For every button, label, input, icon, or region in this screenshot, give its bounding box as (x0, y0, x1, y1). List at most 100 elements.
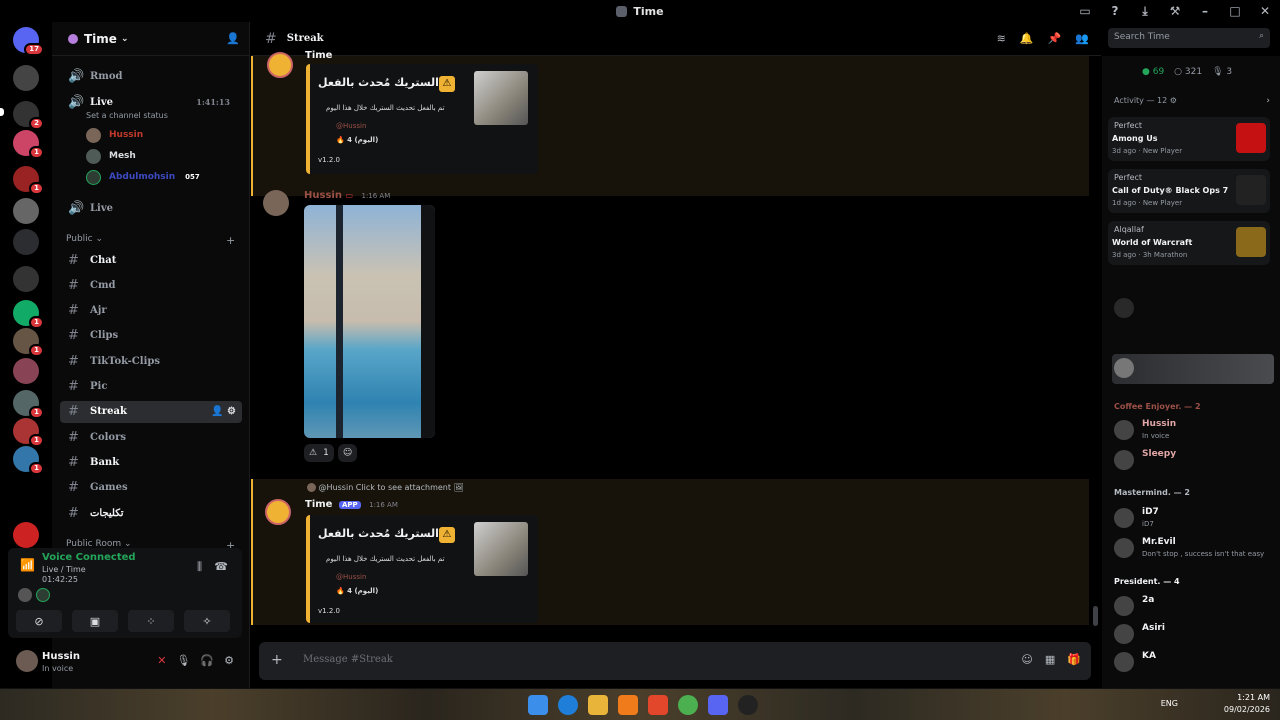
server-icon-server-11[interactable]: 1 (13, 390, 44, 419)
user-name[interactable]: Hussin (42, 651, 80, 662)
message-author[interactable]: Hussin ▭ 1:16 AM (304, 190, 390, 201)
camera-off-button[interactable]: ⊘ (16, 610, 62, 632)
server-icon-server-12[interactable]: 1 (13, 418, 44, 447)
activity-header[interactable]: Activity — 12 ⚙ (1114, 96, 1177, 105)
avatar[interactable] (263, 190, 289, 216)
message-highlighted-2[interactable]: @Hussin Click to see attachment 🖼 Time A… (251, 479, 1089, 625)
member-item[interactable]: Asiri (1112, 620, 1274, 650)
app-a-icon[interactable] (618, 695, 638, 715)
tools-icon[interactable]: ⚒ (1160, 4, 1190, 18)
message-composer[interactable]: + Message #Streak ☺ ▦ 🎁 (259, 642, 1091, 680)
channel-9[interactable]: # Games (60, 477, 242, 499)
members-icon[interactable]: 👥 (1075, 32, 1089, 45)
close-icon[interactable]: ✕ (1250, 4, 1280, 18)
system-clock[interactable]: 1:21 AM 09/02/2026 (1224, 692, 1270, 716)
voice-user-mesh[interactable]: Mesh (86, 147, 136, 165)
search-input[interactable]: Search Time ⌕ (1108, 28, 1270, 48)
attachment-image[interactable] (304, 205, 435, 438)
headphones-icon[interactable]: 🎧 (200, 654, 214, 667)
member-item[interactable]: Mr.Evil Don't stop , success isn't that e… (1112, 534, 1274, 564)
channel-2[interactable]: # Ajr (60, 300, 242, 322)
server-icon-server-2[interactable]: 2 (13, 101, 44, 130)
member-item[interactable]: iD7 iD7 (1112, 504, 1274, 534)
channel-settings-icon[interactable]: 👤 ⚙ (211, 406, 236, 417)
server-icon-server-7[interactable] (13, 266, 39, 292)
maximize-icon[interactable]: □ (1220, 4, 1250, 18)
voice-user-abdulmohsin[interactable]: Abdulmohsin 057 (86, 168, 200, 186)
server-icon-server-14[interactable] (13, 522, 39, 548)
server-icon-server-9[interactable]: 1 (13, 328, 44, 357)
channel-5[interactable]: # Pic (60, 376, 242, 398)
server-icon-server-3[interactable]: 1 (13, 130, 44, 159)
channel-8[interactable]: # Bank (60, 451, 242, 473)
channel-7[interactable]: # Colors (60, 426, 242, 448)
disconnect-icon[interactable]: ☎ (214, 560, 228, 573)
activities-button[interactable]: ⁘ (128, 610, 174, 632)
edge-browser-icon[interactable] (558, 695, 578, 715)
minimize-icon[interactable]: – (1190, 4, 1220, 18)
reaction-warning[interactable]: ⚠ 1 (304, 444, 334, 462)
activity-card[interactable]: Perfect Among Us 3d ago · New Player (1108, 117, 1270, 161)
emoji-icon[interactable]: ☺ (1021, 653, 1032, 666)
settings-gear-icon[interactable]: ⚙ (224, 654, 234, 667)
voice-user-hussin[interactable]: Hussin (86, 126, 143, 144)
member-item[interactable]: Hussin In voice (1112, 416, 1274, 446)
discord-taskbar-icon[interactable] (708, 695, 728, 715)
camera-off-icon[interactable]: ✕ (157, 654, 166, 667)
member-blurred[interactable] (1112, 294, 1274, 324)
add-attachment-icon[interactable]: + (271, 652, 283, 668)
noise-suppression-icon[interactable]: ⫼ (197, 560, 202, 574)
server-icon-server-10[interactable] (13, 358, 39, 384)
threads-icon[interactable]: ≋ (997, 32, 1006, 45)
screen-share-button[interactable]: ▣ (72, 610, 118, 632)
member-item[interactable]: KA (1112, 648, 1274, 678)
falcon-thumbnail[interactable] (474, 71, 528, 125)
message-author[interactable]: Time (305, 50, 332, 61)
gift-icon[interactable]: 🎁 (1067, 653, 1081, 666)
openai-icon[interactable] (738, 695, 758, 715)
server-icon-server-1[interactable] (13, 65, 39, 91)
add-reaction-button[interactable]: ☺ (337, 444, 358, 462)
server-icon-server-6[interactable] (13, 229, 39, 255)
signal-icon[interactable]: 📶 (20, 558, 35, 572)
brave-browser-icon[interactable] (648, 695, 668, 715)
channel-10[interactable]: # تكليجات (60, 502, 242, 524)
embed-mention[interactable]: @Hussin (336, 122, 366, 130)
server-icon-discord-home[interactable]: 17 (13, 27, 44, 56)
message-author[interactable]: Time APP 1:16 AM (305, 499, 398, 510)
server-icon-server-4[interactable]: 1 (13, 166, 44, 195)
channel-0[interactable]: # Chat (60, 249, 242, 271)
inbox-icon[interactable]: ▭ (1070, 4, 1100, 18)
scrollbar[interactable] (1093, 606, 1098, 626)
avatar[interactable] (265, 499, 291, 525)
falcon-thumbnail[interactable] (474, 522, 528, 576)
voice-channel-live-2[interactable]: 🔊 Live (60, 197, 242, 219)
server-icon-server-8[interactable]: 1 (13, 300, 44, 329)
mic-icon[interactable]: 🎙 (176, 654, 190, 667)
member-banner-row[interactable] (1112, 354, 1274, 384)
voice-channel-name[interactable]: Live / Time (42, 565, 86, 574)
voice-channel-rmod[interactable]: 🔊 Rmod (60, 65, 242, 87)
download-icon[interactable]: ⤓ (1130, 4, 1160, 19)
pin-icon[interactable]: 📌 (1048, 32, 1062, 45)
member-item[interactable]: 2a (1112, 592, 1274, 622)
bell-icon[interactable]: 🔔 (1020, 32, 1034, 45)
reply-reference[interactable]: @Hussin Click to see attachment 🖼 (307, 483, 464, 492)
windows-start-icon[interactable] (528, 695, 548, 715)
channel-1[interactable]: # Cmd (60, 274, 242, 296)
language-indicator[interactable]: ENG (1161, 699, 1178, 708)
sticker-icon[interactable]: ▦ (1045, 653, 1055, 666)
chrome-icon[interactable] (678, 695, 698, 715)
server-icon-server-13[interactable]: 1 (13, 446, 44, 475)
activity-card[interactable]: Alqallaf World of Warcraft 3d ago · 3h Mar… (1108, 221, 1270, 265)
avatar[interactable] (16, 650, 38, 672)
soundboard-button[interactable]: ✧ (184, 610, 230, 632)
channel-6[interactable]: # Streak 👤 ⚙ (60, 400, 242, 423)
category-public[interactable]: Public ⌄ + (66, 234, 235, 247)
add-member-icon[interactable]: 👤 (226, 32, 240, 45)
activity-card[interactable]: Perfect Call of Duty® Black Ops 7 1d ago ·… (1108, 169, 1270, 213)
chevron-right-icon[interactable]: › (1266, 96, 1270, 106)
embed-mention[interactable]: @Hussin (336, 573, 366, 581)
guild-header[interactable]: Time ⌄ 👤 (52, 22, 250, 56)
member-item[interactable]: Sleepy (1112, 446, 1274, 476)
